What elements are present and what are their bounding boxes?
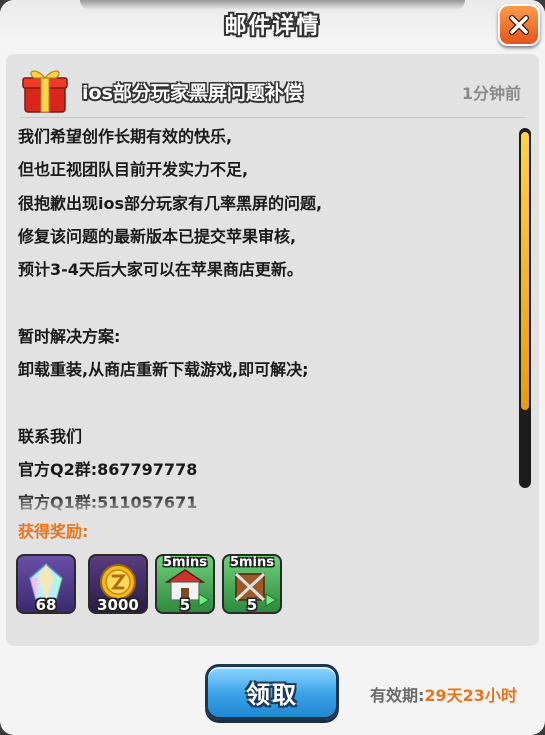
expiry-value: 29天23小时 [424,686,517,705]
mail-header: ios部分玩家黑屏问题补偿 1分钟前 [20,62,525,118]
gift-icon [22,70,68,113]
dialog-title: 邮件详情 [224,14,321,39]
mail-panel: ios部分玩家黑屏问题补偿 1分钟前 我们希望创作长期有效的快乐, 但也正视团队目… [6,54,539,646]
reward-count: 3000 [97,596,139,614]
mail-body-line: 修复该问题的最新版本已提交苹果审核, [18,226,297,246]
close-button[interactable] [498,4,540,46]
claim-button[interactable]: 领取 [205,664,339,720]
mail-detail-dialog: 邮件详情 ios部分玩家黑屏问题补偿 1分钟前 我们希望创作长期有效的快乐, 但也… [0,0,545,735]
claim-label: 领取 [246,680,298,709]
reward-duration: 5mins [229,555,275,570]
reward-count: 5 [246,596,258,614]
mail-body-line [18,286,518,319]
mail-body[interactable]: 我们希望创作长期有效的快乐, 但也正视团队目前开发实力不足, 很抱歉出现ios部分玩… [18,120,518,518]
mail-body-line: 卸载重装,从商店重新下载游戏,即可解决; [18,360,309,380]
mail-body-line: 很抱歉出现ios部分玩家有几率黑屏的问题, [18,193,323,213]
mail-title: ios部分玩家黑屏问题补偿 [82,82,303,104]
mail-body-line: 预计3-4天后大家可以在苹果商店更新。 [18,260,303,280]
reward-count: 68 [35,596,57,614]
dialog-header: 邮件详情 [0,0,545,48]
reward-item[interactable]: 5mins 5 [222,554,282,614]
reward-duration: 5mins [162,555,208,570]
expiry-label: 有效期: [370,686,425,705]
reward-count: 5 [179,596,191,614]
scrollbar-thumb[interactable] [521,132,529,410]
mail-body-line: 暂时解决方案: [18,326,121,346]
scrollbar[interactable] [519,128,531,488]
body-fade-overlay [12,494,512,520]
mail-body-line: 官方Q2群:867797778 [18,459,198,479]
expiry-info: 有效期:29天23小时 [370,682,517,706]
rewards-label: 获得奖励: [18,518,97,542]
mail-body-line: 联系我们 [18,426,83,446]
reward-item[interactable]: 5mins 5 [155,554,215,614]
mail-body-line: 我们希望创作长期有效的快乐, [18,127,233,146]
mail-body-line [18,386,518,419]
mail-timestamp: 1分钟前 [461,84,521,103]
reward-item[interactable]: 3000 [88,554,148,614]
mail-body-line: 但也正视团队目前开发实力不足, [18,160,249,180]
close-icon [509,15,529,35]
reward-item[interactable]: 68 [16,554,76,614]
